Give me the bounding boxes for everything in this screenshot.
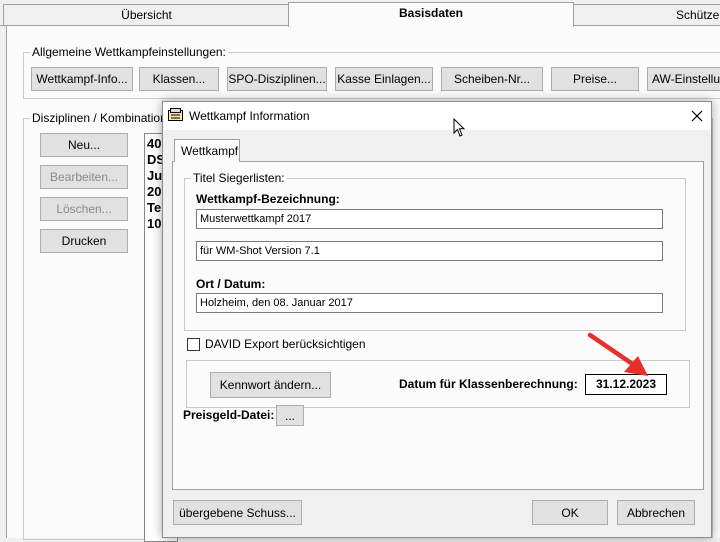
preisgeld-datei-label: Preisgeld-Datei: (183, 408, 275, 422)
tab-wettkampf[interactable]: Wettkampf (174, 139, 240, 162)
preisgeld-datei-browse-button[interactable]: ... (276, 405, 304, 426)
dialog-titlebar[interactable]: Wettkampf Information (163, 102, 711, 137)
klassen-button[interactable]: Klassen... (139, 67, 219, 91)
ort-datum-field[interactable]: Holzheim, den 08. Januar 2017 (196, 293, 663, 313)
titel-siegerlisten-label: Titel Siegerlisten: (191, 171, 287, 185)
close-icon[interactable] (691, 110, 703, 122)
tab-basisdaten[interactable]: Basisdaten (288, 2, 574, 27)
disciplines-label: Disziplinen / Kombinationen (30, 111, 183, 125)
wettkampf-information-dialog: Wettkampf Information Wettkampf Titel Si… (162, 101, 712, 538)
print-button[interactable]: Drucken (40, 229, 128, 253)
wettkampf-bezeichnung-label: Wettkampf-Bezeichnung: (196, 192, 340, 206)
mouse-cursor-icon (453, 118, 466, 137)
app-icon (168, 108, 183, 121)
wettkampf-info-button[interactable]: Wettkampf-Info... (31, 67, 133, 91)
uebergebene-schuss-button[interactable]: übergebene Schuss... (173, 500, 302, 525)
delete-discipline-button[interactable]: Löschen... (40, 197, 128, 221)
tab-uebersicht[interactable]: Übersicht (3, 4, 290, 26)
david-export-checkbox[interactable] (187, 338, 200, 351)
dialog-title: Wettkampf Information (189, 109, 310, 123)
ort-datum-label: Ort / Datum: (196, 277, 266, 291)
spo-disziplinen-button[interactable]: SPO-Disziplinen... (227, 67, 327, 91)
right-panel-edge (712, 118, 720, 538)
wettkampf-untertitel-field[interactable]: für WM-Shot Version 7.1 (196, 241, 663, 261)
abbrechen-button[interactable]: Abbrechen (617, 500, 695, 525)
scheiben-nr-button[interactable]: Scheiben-Nr... (441, 67, 543, 91)
tab-schuetzen[interactable]: Schützen (572, 4, 720, 25)
edit-discipline-button[interactable]: Bearbeiten... (40, 165, 128, 189)
aw-einstellung-button[interactable]: AW-Einstellung (647, 67, 720, 91)
preise-button[interactable]: Preise... (551, 67, 639, 91)
datum-klassenberechnung-label: Datum für Klassenberechnung: (399, 377, 578, 391)
kasse-einlagen-button[interactable]: Kasse Einlagen... (335, 67, 433, 91)
david-export-label[interactable]: DAVID Export berücksichtigen (205, 337, 366, 351)
annotation-arrow-icon (587, 332, 648, 376)
new-discipline-button[interactable]: Neu... (40, 133, 128, 157)
wettkampf-bezeichnung-field[interactable]: Musterwettkampf 2017 (196, 209, 663, 229)
ok-button[interactable]: OK (532, 500, 608, 525)
kennwort-aendern-button[interactable]: Kennwort ändern... (210, 372, 331, 398)
general-settings-label: Allgemeine Wettkampfeinstellungen: (30, 45, 228, 59)
